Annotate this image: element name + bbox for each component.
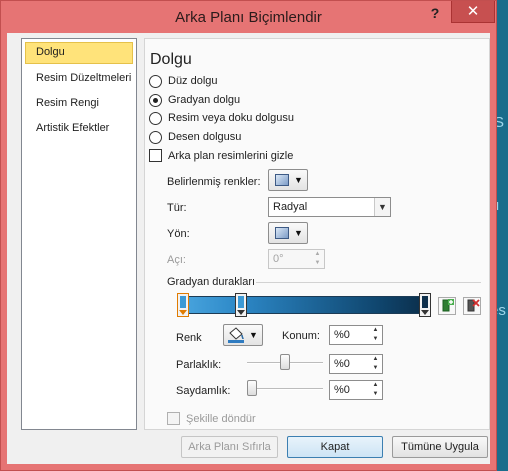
brightness-value: %0: [334, 358, 350, 370]
solid-fill-radio[interactable]: [149, 75, 162, 88]
stop-color-fill: [180, 296, 186, 308]
gradient-bar[interactable]: [177, 296, 431, 314]
add-stop-icon: [442, 299, 454, 312]
angle-label: Açı:: [167, 254, 186, 266]
spin-down-icon[interactable]: ▼: [311, 259, 324, 268]
gradient-stops-label: Gradyan durakları: [167, 276, 256, 288]
pattern-fill-radio[interactable]: [149, 131, 162, 144]
color-label: Renk: [176, 332, 202, 344]
transparency-value: %0: [334, 384, 350, 396]
spin-down-icon[interactable]: ▼: [369, 390, 382, 399]
apply-to-all-button[interactable]: Tümüne Uygula: [392, 436, 488, 458]
remove-stop-icon: [467, 299, 480, 312]
solid-fill-label: Düz dolgu: [168, 75, 218, 87]
stop-color-fill: [422, 296, 428, 308]
transparency-label: Saydamlık:: [176, 385, 231, 397]
spin-up-icon[interactable]: ▲: [369, 381, 382, 390]
direction-label: Yön:: [167, 228, 190, 240]
preset-colors-button[interactable]: ▼: [268, 169, 308, 191]
pattern-fill-label: Desen dolgusu: [168, 131, 242, 143]
picture-fill-label: Resim veya doku dolgusu: [168, 112, 294, 124]
rotate-with-shape-label: Şekille döndür: [186, 413, 256, 425]
rotate-with-shape-checkbox[interactable]: [167, 412, 180, 425]
angle-value: 0°: [273, 253, 284, 265]
nav-item-picture-color[interactable]: Resim Rengi: [25, 93, 133, 115]
spin-up-icon[interactable]: ▲: [369, 326, 382, 335]
category-list: Dolgu Resim Düzeltmeleri Resim Rengi Art…: [21, 38, 137, 430]
title-bar[interactable]: Arka Planı Biçimlendir ? ✕: [1, 1, 496, 33]
type-value: Radyal: [273, 201, 308, 213]
help-icon[interactable]: ?: [425, 5, 445, 23]
close-dialog-button[interactable]: Kapat: [287, 436, 383, 458]
stop-pointer-icon: [237, 310, 246, 315]
stop-color-fill: [238, 296, 245, 308]
brightness-spinner[interactable]: %0 ▲ ▼: [329, 354, 383, 374]
stop-color-button[interactable]: ▼: [223, 324, 263, 346]
remove-stop-button[interactable]: [463, 297, 481, 315]
gradient-stop[interactable]: [177, 293, 189, 317]
stop-pointer-icon: [179, 310, 187, 315]
transparency-spinner[interactable]: %0 ▲ ▼: [329, 380, 383, 400]
close-button[interactable]: ✕: [451, 1, 495, 23]
gradient-fill-label: Gradyan dolgu: [168, 94, 241, 106]
brightness-label: Parlaklık:: [176, 359, 222, 371]
direction-swatch-icon: [275, 227, 289, 239]
preset-swatch-icon: [275, 174, 289, 186]
gradient-stop[interactable]: [419, 293, 431, 317]
nav-item-artistic-effects[interactable]: Artistik Efektler: [25, 118, 133, 140]
type-select[interactable]: Radyal ▼: [268, 197, 391, 217]
add-stop-button[interactable]: [438, 297, 456, 315]
nav-item-picture-corrections[interactable]: Resim Düzeltmeleri: [25, 68, 133, 90]
reset-background-button[interactable]: Arka Planı Sıfırla: [181, 436, 278, 458]
stop-pointer-icon: [421, 310, 429, 315]
spin-up-icon[interactable]: ▲: [311, 250, 324, 259]
chevron-down-icon: ▼: [249, 330, 258, 340]
paint-bucket-icon: [228, 327, 244, 343]
picture-fill-radio[interactable]: [149, 112, 162, 125]
panel-title: Dolgu: [150, 51, 192, 68]
gradient-fill-radio[interactable]: [149, 94, 162, 107]
hide-background-checkbox[interactable]: [149, 149, 162, 162]
transparency-slider-thumb[interactable]: [247, 380, 257, 396]
position-value: %0: [334, 329, 350, 341]
section-divider: [256, 282, 481, 283]
brightness-slider-thumb[interactable]: [280, 354, 290, 370]
position-label: Konum:: [282, 330, 320, 342]
spin-down-icon[interactable]: ▼: [369, 364, 382, 373]
chevron-down-icon: ▼: [294, 175, 303, 185]
preset-colors-label: Belirlenmiş renkler:: [167, 176, 261, 188]
position-spinner[interactable]: %0 ▲ ▼: [329, 325, 383, 345]
nav-item-fill[interactable]: Dolgu: [25, 42, 133, 64]
direction-button[interactable]: ▼: [268, 222, 308, 244]
gradient-stop[interactable]: [235, 293, 248, 317]
chevron-down-icon: ▼: [374, 198, 390, 216]
hide-background-label: Arka plan resimlerini gizle: [168, 150, 294, 162]
dialog-title: Arka Planı Biçimlendir: [175, 9, 322, 26]
transparency-slider[interactable]: [247, 388, 323, 390]
spin-up-icon[interactable]: ▲: [369, 355, 382, 364]
type-label: Tür:: [167, 202, 187, 214]
spin-down-icon[interactable]: ▼: [369, 335, 382, 344]
chevron-down-icon: ▼: [294, 228, 303, 238]
angle-spinner[interactable]: 0° ▲ ▼: [268, 249, 325, 269]
